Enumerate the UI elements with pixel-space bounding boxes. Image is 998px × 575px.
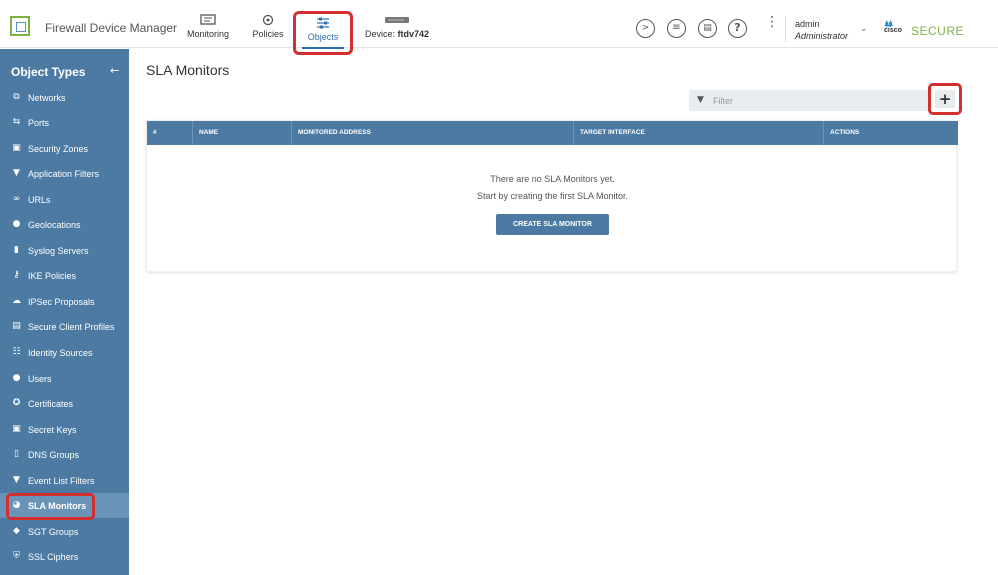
cisco-logo: .ı|ı.ı|ı. cisco [884,21,902,34]
column-header-monitored-address[interactable]: MONITORED ADDRESS [292,121,574,145]
sidebar-item-networks[interactable]: ⧉ Networks [0,85,129,110]
sla-monitors-highlight [6,493,95,520]
sidebar-item-ike-policies[interactable]: ⚷ IKE Policies [0,263,129,288]
add-sla-monitor-button[interactable]: + [928,83,962,115]
networks-icon: ⧉ [13,92,20,102]
column-header-actions: ACTIONS [830,129,860,136]
certificate-icon: ✪ [12,398,21,408]
sidebar-item-security-zones[interactable]: ▣ Security Zones [0,136,129,161]
filter-input[interactable] [713,93,913,108]
objects-icon [317,17,329,29]
key-icon: ⚷ [13,270,20,280]
sidebar-item-syslog-servers[interactable]: ▮ Syslog Servers [0,238,129,263]
header-divider [785,16,786,42]
sidebar-title: Object Types [11,65,86,79]
active-tab-underline [302,47,344,49]
identity-icon: ☷ [12,347,21,357]
link-icon: ∞ [12,194,21,204]
empty-state-hint: Start by creating the first SLA Monitor. [476,191,629,201]
server-icon: ▮ [14,245,19,255]
sidebar: Object Types ← ⧉ Networks ⇆ Ports ▣ Securit… [0,49,129,575]
cisco-wordmark: cisco [884,27,902,34]
tab-policies[interactable]: Policies [246,10,290,44]
column-header-target-interface[interactable]: TARGET INTERFACE [574,121,824,145]
device-name: ftdv742 [397,29,430,39]
application-filter-icon: ▼ [13,168,20,178]
sidebar-item-secret-keys[interactable]: ▣ Secret Keys [0,417,129,442]
device-icon [385,17,409,23]
sidebar-item-ipsec-proposals[interactable]: ☁ IPSec Proposals [0,289,129,314]
sidebar-item-dns-groups[interactable]: ▯ DNS Groups [0,442,129,467]
user-role[interactable]: Administrator [795,31,848,41]
table-header: # NAME MONITORED ADDRESS TARGET INTERFAC… [147,121,958,145]
sidebar-item-application-filters[interactable]: ▼ Application Filters [0,161,129,186]
cli-console-icon[interactable]: > [636,19,655,38]
lock-icon: ▣ [12,143,21,153]
tab-monitoring-label: Monitoring [186,29,230,39]
top-header: Firewall Device Manager Monitoring Polic… [0,0,998,55]
ports-icon: ⇆ [12,117,21,127]
monitoring-icon [200,14,216,25]
column-header-name[interactable]: NAME [193,121,292,145]
tab-objects-label: Objects [307,32,339,42]
fdm-logo-icon [10,16,30,36]
sidebar-item-event-list-filters[interactable]: ▼ Event List Filters [0,468,129,493]
deployment-icon[interactable]: ≡ [667,19,686,38]
policies-icon [262,14,274,26]
tab-monitoring[interactable]: Monitoring [180,10,236,44]
filter-icon: ▼ [697,95,704,105]
sidebar-item-ports[interactable]: ⇆ Ports [0,110,129,135]
cloud-lock-icon: ☁ [12,296,21,306]
sidebar-item-geolocations[interactable]: ● Geolocations [0,212,129,237]
device-label: Device: [364,29,395,39]
dns-icon: ▯ [14,449,19,459]
column-header-number[interactable]: # [147,121,193,145]
document-icon: ▤ [12,321,21,331]
sidebar-item-sgt-groups[interactable]: ◆ SGT Groups [0,519,129,544]
tab-objects[interactable]: Objects [293,11,353,55]
create-sla-monitor-button[interactable]: CREATE SLA MONITOR [496,214,609,235]
sidebar-item-secure-client-profiles[interactable]: ▤ Secure Client Profiles [0,314,129,339]
sidebar-item-urls[interactable]: ∞ URLs [0,187,129,212]
filter-box[interactable]: ▼ [689,90,930,111]
task-list-icon[interactable]: ▤ [698,19,717,38]
sidebar-item-certificates[interactable]: ✪ Certificates [0,391,129,416]
sidebar-item-ssl-ciphers[interactable]: ⛨ SSL Ciphers [0,544,129,569]
chevron-down-icon[interactable]: ⌄ [860,24,868,34]
help-icon[interactable]: ? [728,19,747,38]
plus-icon: + [935,90,955,108]
sidebar-item-users[interactable]: ● Users [0,366,129,391]
app-title: Firewall Device Manager [45,21,178,35]
filter-icon: ▼ [13,475,20,485]
tag-icon: ◆ [13,526,20,536]
tab-device[interactable]: Device: ftdv742 [362,10,432,44]
collapse-arrow-icon[interactable]: ← [110,64,119,77]
more-options-icon[interactable]: ⋮ [765,15,779,37]
user-icon: ● [12,373,21,383]
empty-state-message: There are no SLA Monitors yet. [490,174,615,184]
shield-icon: ⛨ [13,551,20,561]
page-title: SLA Monitors [146,62,230,78]
tab-policies-label: Policies [252,29,284,39]
sidebar-item-identity-sources[interactable]: ☷ Identity Sources [0,340,129,365]
location-pin-icon: ● [12,219,21,229]
lock-icon: ▣ [12,424,21,434]
user-name[interactable]: admin [795,19,820,29]
sla-monitors-table: # NAME MONITORED ADDRESS TARGET INTERFAC… [146,120,958,272]
secure-brand: SECURE [911,24,965,38]
